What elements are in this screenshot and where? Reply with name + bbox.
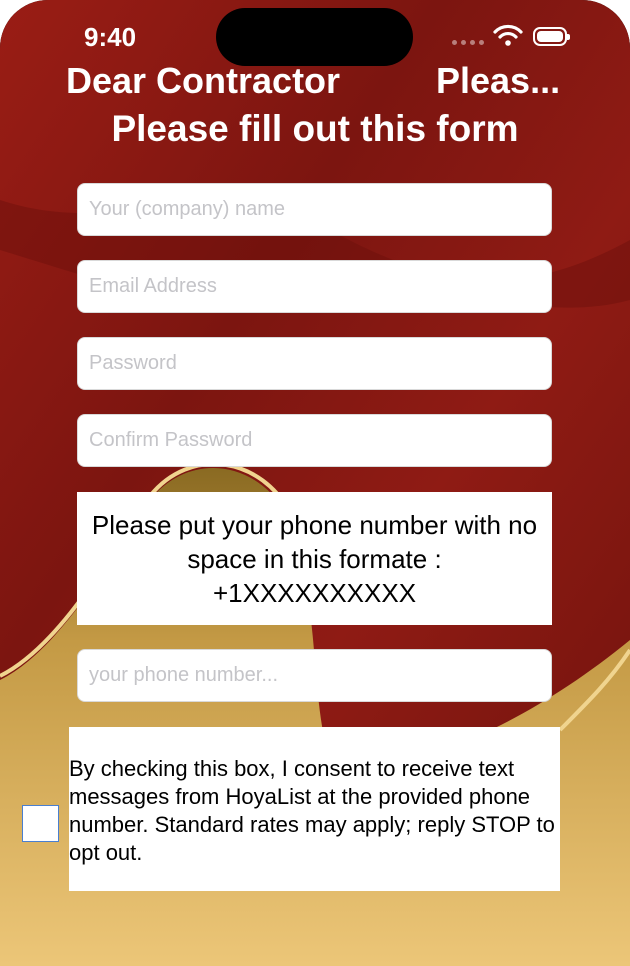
- form-heading: Please fill out this form: [111, 108, 519, 149]
- sms-consent-text: By checking this box, I consent to recei…: [69, 727, 560, 891]
- nav-title-right: Pleas...: [436, 60, 561, 101]
- nav-title-left: Dear Contractor: [66, 60, 341, 101]
- phone-format-note: Please put your phone number with no spa…: [77, 492, 552, 625]
- app-screen: 9:40 Dear Contractor Pleas... Please fil…: [0, 0, 630, 966]
- sms-consent-checkbox[interactable]: [22, 805, 59, 842]
- company-name-input[interactable]: [77, 183, 552, 236]
- wifi-icon: [493, 24, 523, 46]
- password-input[interactable]: [77, 337, 552, 390]
- battery-icon: [533, 27, 570, 46]
- cellular-signal-icon: [452, 40, 484, 45]
- email-input[interactable]: [77, 260, 552, 313]
- phone-number-input[interactable]: [77, 649, 552, 702]
- confirm-password-input[interactable]: [77, 414, 552, 467]
- status-time: 9:40: [84, 22, 137, 52]
- dynamic-island: [216, 8, 413, 66]
